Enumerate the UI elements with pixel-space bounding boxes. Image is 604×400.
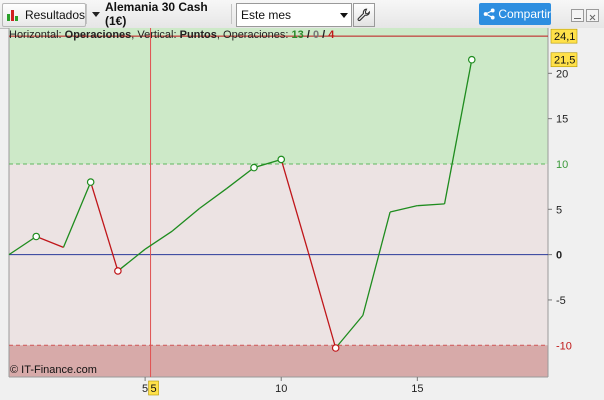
- close-icon[interactable]: [586, 9, 599, 22]
- period-select[interactable]: Este mes: [236, 3, 352, 27]
- operations-win-count: 13: [291, 29, 304, 41]
- trade-marker: [331, 344, 340, 352]
- profit-zone: [9, 28, 548, 164]
- instrument-label: Alemania 30 Cash (1€): [105, 0, 208, 28]
- x-axis-strip: [0, 377, 604, 400]
- settings-button[interactable]: [353, 3, 375, 27]
- y-tick-label: 20: [556, 68, 568, 80]
- wrench-icon: [357, 8, 370, 22]
- cursor-badge-label: 5: [150, 383, 156, 395]
- trade-marker: [277, 155, 286, 164]
- toolbar-divider: [231, 4, 232, 24]
- share-label: Compartir: [498, 7, 551, 21]
- trade-marker: [250, 163, 258, 172]
- trade-marker: [32, 232, 41, 241]
- x-tick-label: 15: [411, 383, 423, 395]
- value-badge-label: 24,1: [554, 31, 575, 43]
- trade-marker: [114, 267, 122, 275]
- operations-loss-count: 4: [328, 29, 335, 41]
- operations-separator: /: [322, 29, 326, 41]
- period-value: Este mes: [241, 8, 292, 22]
- operations-neutral-count: 0: [312, 29, 320, 41]
- operations-label: Operaciones:: [223, 29, 289, 41]
- y-tick-label: 15: [556, 114, 568, 126]
- trade-marker: [86, 178, 95, 186]
- toolbar: Resultados Alemania 30 Cash (1€) Este me…: [0, 0, 604, 29]
- copyright-text: © IT-Finance.com: [10, 364, 97, 376]
- value-badge-label: 21,5: [554, 55, 575, 67]
- equity-chart: 20 15 5 0 -5 24,1 21,5 10 -10 5 10 15 5: [0, 28, 604, 400]
- y-tick-label: -5: [556, 295, 566, 307]
- dropdown-arrow-icon: [92, 11, 100, 17]
- instrument-selector[interactable]: Alemania 30 Cash (1€): [88, 0, 228, 28]
- bar-chart-icon: [7, 8, 21, 22]
- y-tick-label: 0: [556, 250, 562, 262]
- chevron-down-icon: [337, 6, 351, 24]
- minimize-icon[interactable]: [571, 9, 584, 22]
- reference-line-label: 10: [556, 159, 568, 171]
- results-button[interactable]: Resultados: [2, 3, 86, 27]
- share-button[interactable]: Compartir: [479, 3, 551, 25]
- vertical-value: Puntos: [179, 29, 217, 41]
- chart-info-line: Horizontal: Operaciones, Vertical: Punto…: [9, 29, 335, 41]
- x-tick-label: 10: [275, 383, 287, 395]
- share-icon: [483, 8, 495, 20]
- toolbar-divider: [86, 4, 87, 24]
- horizontal-label: Horizontal:: [9, 29, 62, 41]
- chart-canvas: 20 15 5 0 -5 24,1 21,5 10 -10 5 10 15 5: [0, 28, 604, 400]
- y-tick-label: 5: [556, 204, 562, 216]
- operations-separator: /: [306, 29, 310, 41]
- horizontal-value: Operaciones: [64, 29, 132, 41]
- reference-line-label: -10: [556, 340, 572, 352]
- x-tick-label: 5: [142, 383, 148, 395]
- results-label: Resultados: [24, 8, 85, 22]
- vertical-label: Vertical:: [137, 29, 177, 41]
- trade-marker: [467, 55, 476, 64]
